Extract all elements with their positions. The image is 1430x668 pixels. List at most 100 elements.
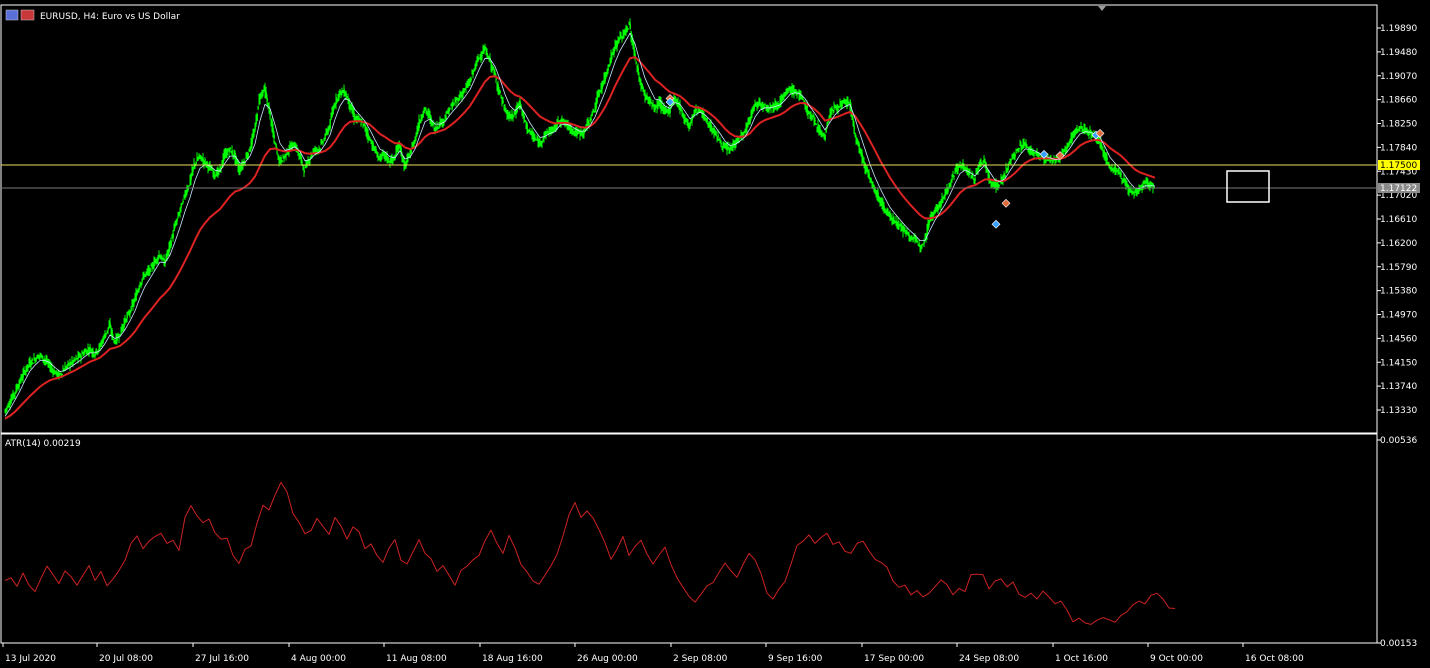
atr-tick-label: 0.00153: [1380, 639, 1417, 649]
candle-body: [449, 108, 451, 110]
candle-body: [1052, 161, 1054, 163]
candle-body: [523, 115, 525, 120]
candle-body: [226, 151, 228, 156]
chart-title: EURUSD, H4: Euro vs US Dollar: [40, 12, 180, 22]
candle-body: [445, 116, 447, 119]
trading-chart[interactable]: EURUSD, H4: Euro vs US Dollar ATR(14) 0.…: [0, 0, 1430, 668]
candle-body: [837, 109, 839, 111]
candle-body: [455, 101, 457, 103]
candle-body: [1118, 170, 1120, 172]
candle-body: [32, 362, 34, 364]
price-tick-label: 1.19070: [1380, 72, 1417, 82]
candle-body: [1133, 193, 1135, 196]
candle-body: [276, 151, 278, 153]
price-tick-label: 1.14970: [1380, 311, 1417, 321]
candle-body: [470, 78, 472, 81]
candle-body: [811, 118, 813, 120]
price-tick-label: 1.15790: [1380, 263, 1417, 273]
candle-body: [262, 92, 264, 94]
candle-body: [266, 98, 268, 102]
candle-body: [763, 106, 765, 108]
candle-body: [360, 123, 362, 125]
candle-body: [841, 103, 843, 107]
time-tick-label: 9 Sep 16:00: [768, 654, 823, 664]
candle-body: [715, 131, 717, 137]
price-tick-label: 1.14560: [1380, 334, 1417, 344]
candle-body: [953, 175, 955, 177]
candle-body: [256, 113, 258, 121]
candle-body: [324, 136, 326, 139]
symbol-flag-icon: [5, 9, 19, 21]
candle-body: [126, 314, 128, 319]
candle-body: [635, 61, 637, 64]
time-tick-label: 13 Jul 2020: [5, 654, 56, 664]
candle-body: [629, 23, 631, 30]
candle-body: [959, 162, 961, 164]
candle-body: [303, 170, 305, 173]
candle-body: [870, 178, 872, 181]
candle-body: [83, 352, 85, 355]
candle-body: [681, 110, 683, 112]
candle-body: [495, 79, 497, 81]
candle-body: [1014, 154, 1016, 157]
candle-body: [654, 107, 656, 110]
candle-body: [974, 178, 976, 181]
price-tick-label: 1.18660: [1380, 96, 1417, 106]
candle-body: [231, 150, 233, 155]
candle-body: [853, 125, 855, 132]
candle-body: [410, 149, 412, 154]
price-tick-label: 1.16610: [1380, 215, 1417, 225]
candle-body: [257, 106, 259, 110]
candle-body: [483, 49, 485, 52]
price-tick-label: 1.14150: [1380, 358, 1417, 368]
candle-body: [35, 358, 37, 361]
candle-body: [41, 355, 43, 360]
price-tick-label: 1.15380: [1380, 287, 1417, 297]
candle-body: [768, 109, 770, 111]
time-tick-label: 27 Jul 16:00: [195, 654, 249, 664]
candle-body: [273, 134, 275, 139]
candle-body: [1038, 153, 1040, 157]
candle-body: [422, 113, 424, 117]
candle-body: [598, 92, 600, 97]
candle-body: [453, 102, 455, 105]
candle-body: [138, 286, 140, 291]
candle-body: [311, 154, 313, 156]
candle-body: [202, 158, 204, 161]
time-tick-label: 11 Aug 08:00: [386, 654, 447, 664]
candle-body: [534, 137, 536, 139]
time-tick-label: 18 Aug 16:00: [482, 654, 543, 664]
candle-body: [802, 98, 804, 100]
candle-body: [253, 133, 255, 135]
candle-body: [394, 158, 396, 160]
candle-body: [195, 162, 197, 165]
candle-body: [618, 40, 620, 42]
price-tick-label: 1.17840: [1380, 143, 1417, 153]
candle-body: [499, 90, 501, 93]
time-tick-label: 24 Sep 08:00: [959, 654, 1019, 664]
time-tick-label: 9 Oct 00:00: [1150, 654, 1203, 664]
candle-body: [502, 101, 504, 103]
candle-body: [133, 302, 135, 304]
candle-body: [61, 373, 63, 375]
time-tick-label: 16 Oct 08:00: [1245, 654, 1304, 664]
candle-body: [1130, 190, 1132, 192]
candle-body: [753, 106, 755, 111]
candle-body: [80, 355, 82, 359]
candle-body: [916, 240, 918, 243]
candle-body: [177, 216, 179, 218]
candle-body: [669, 108, 671, 113]
price-tick-label: 1.13330: [1380, 406, 1417, 416]
price-tick-label: 1.19480: [1380, 48, 1417, 58]
candle-body: [591, 111, 593, 117]
candle-body: [814, 120, 816, 122]
candle-body: [1004, 175, 1006, 178]
price-tick-label: 1.18250: [1380, 120, 1417, 130]
candle-body: [1007, 165, 1009, 170]
candle-body: [947, 188, 949, 192]
candle-body: [130, 307, 132, 311]
time-tick-label: 17 Sep 00:00: [864, 654, 924, 664]
candle-body: [637, 67, 639, 73]
candle-body: [149, 268, 151, 273]
candle-body: [572, 128, 574, 131]
